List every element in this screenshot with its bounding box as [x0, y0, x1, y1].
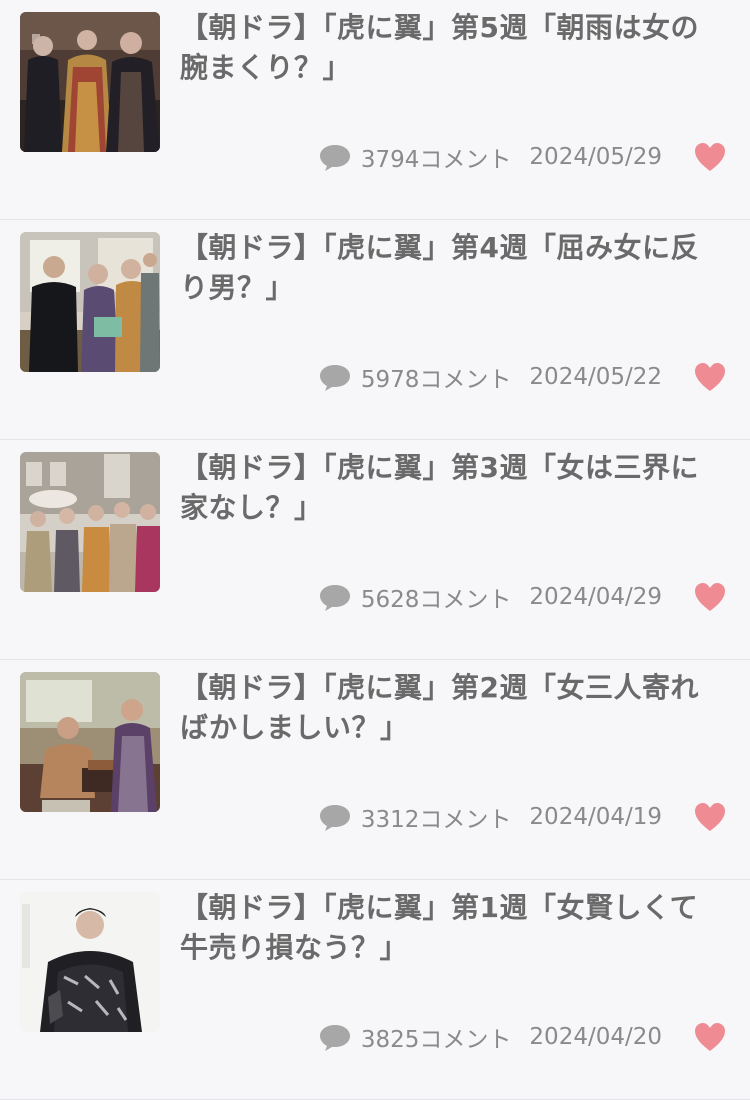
comment-icon	[318, 802, 352, 832]
comment-count: 3825コメント	[360, 1027, 512, 1053]
drama-poster-image	[20, 892, 160, 1032]
heart-icon[interactable]	[692, 801, 728, 833]
drama-still-image	[20, 672, 160, 812]
article-thumbnail[interactable]	[20, 892, 160, 1032]
article-thumbnail[interactable]	[20, 232, 160, 372]
article-title[interactable]: 【朝ドラ】「虎に翼」第1週「女賢しくて牛売り損なう？」	[180, 888, 725, 968]
article-date: 2024/04/29	[529, 584, 662, 610]
comment-icon	[318, 582, 352, 612]
article-item[interactable]: 【朝ドラ】「虎に翼」第3週「女は三界に家なし？」 5628コメント 2024/0…	[0, 440, 750, 660]
drama-still-image	[20, 452, 160, 592]
article-list: 【朝ドラ】「虎に翼」第5週「朝雨は女の腕まくり？」 3794コメント 2024/…	[0, 0, 750, 1100]
article-title[interactable]: 【朝ドラ】「虎に翼」第2週「女三人寄ればかしましい？」	[180, 668, 725, 748]
article-title[interactable]: 【朝ドラ】「虎に翼」第5週「朝雨は女の腕まくり？」	[180, 8, 725, 88]
heart-icon[interactable]	[692, 581, 728, 613]
drama-still-image	[20, 12, 160, 152]
heart-icon[interactable]	[692, 1021, 728, 1053]
article-meta: 3794コメント 2024/05/29	[300, 140, 728, 174]
article-title[interactable]: 【朝ドラ】「虎に翼」第3週「女は三界に家なし？」	[180, 448, 725, 528]
article-item[interactable]: 【朝ドラ】「虎に翼」第5週「朝雨は女の腕まくり？」 3794コメント 2024/…	[0, 0, 750, 220]
comment-icon	[318, 1022, 352, 1052]
drama-still-image	[20, 232, 160, 372]
article-item[interactable]: 【朝ドラ】「虎に翼」第2週「女三人寄ればかしましい？」 3312コメント 202…	[0, 660, 750, 880]
article-meta: 5628コメント 2024/04/29	[300, 580, 728, 614]
article-date: 2024/05/22	[529, 364, 662, 390]
article-meta: 3312コメント 2024/04/19	[300, 800, 728, 834]
article-thumbnail[interactable]	[20, 672, 160, 812]
article-item[interactable]: 【朝ドラ】「虎に翼」第1週「女賢しくて牛売り損なう？」 3825コメント 202…	[0, 880, 750, 1100]
comment-icon	[318, 142, 352, 172]
article-date: 2024/04/19	[529, 804, 662, 830]
comment-count: 3794コメント	[360, 147, 512, 173]
article-title[interactable]: 【朝ドラ】「虎に翼」第4週「屈み女に反り男？」	[180, 228, 725, 308]
comment-count: 3312コメント	[360, 807, 512, 833]
article-meta: 5978コメント 2024/05/22	[300, 360, 728, 394]
comment-icon	[318, 362, 352, 392]
heart-icon[interactable]	[692, 361, 728, 393]
article-date: 2024/04/20	[529, 1024, 662, 1050]
article-item[interactable]: 【朝ドラ】「虎に翼」第4週「屈み女に反り男？」 5978コメント 2024/05…	[0, 220, 750, 440]
article-thumbnail[interactable]	[20, 12, 160, 152]
comment-count: 5978コメント	[360, 367, 512, 393]
comment-count: 5628コメント	[360, 587, 512, 613]
heart-icon[interactable]	[692, 141, 728, 173]
article-meta: 3825コメント 2024/04/20	[300, 1020, 728, 1054]
article-thumbnail[interactable]	[20, 452, 160, 592]
article-date: 2024/05/29	[529, 144, 662, 170]
